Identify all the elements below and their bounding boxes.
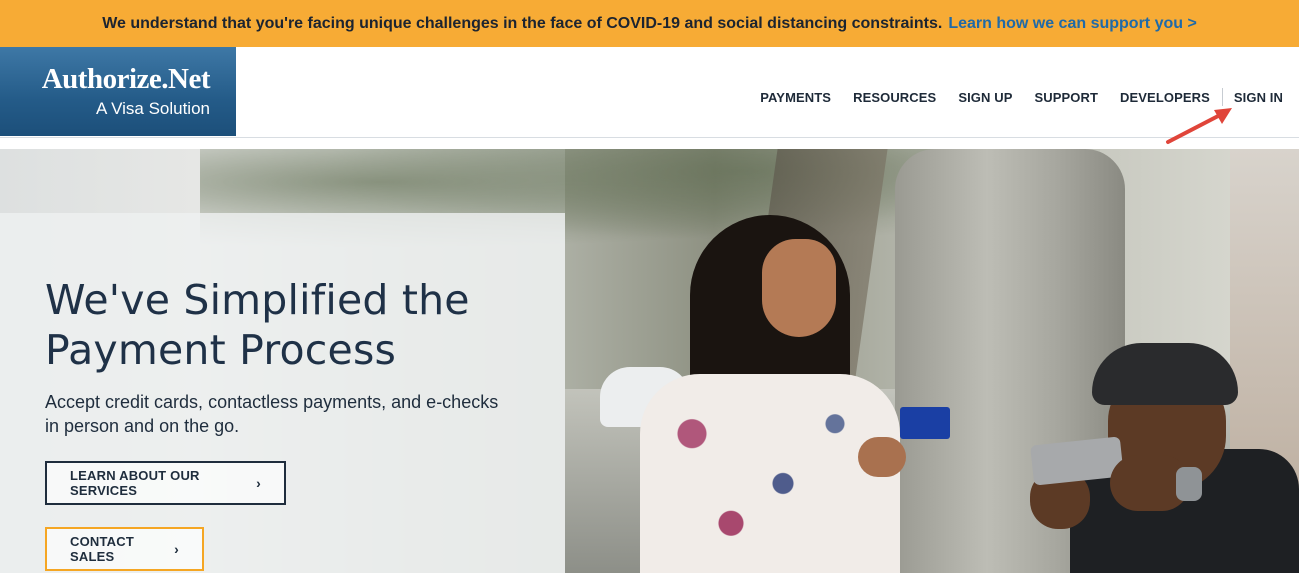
authorize-net-logo[interactable]: Authorize.Net A Visa Solution (0, 47, 236, 136)
logo-brand: Authorize.Net (41, 63, 211, 95)
credit-card (900, 407, 950, 439)
hero-subtext: Accept credit cards, contactless payment… (45, 390, 515, 438)
nav-item-resources[interactable]: RESOURCES (853, 90, 936, 105)
merchant-cap (1092, 343, 1238, 405)
nav-item-support[interactable]: SUPPORT (1034, 90, 1098, 105)
hero-headline-line2: Payment Process (45, 326, 397, 374)
nav-item-sign-in[interactable]: SIGN IN (1234, 90, 1283, 105)
contact-sales-button[interactable]: CONTACT SALES › (45, 527, 204, 571)
banner-support-link[interactable]: Learn how we can support you > (948, 15, 1196, 33)
site-header: Authorize.Net A Visa Solution PAYMENTS R… (0, 47, 1299, 138)
hero-headline: We've Simplified the Payment Process (45, 275, 545, 375)
nav-item-payments[interactable]: PAYMENTS (760, 90, 831, 105)
customer-hand (858, 437, 906, 477)
customer-face (762, 239, 836, 337)
chevron-right-icon: › (174, 541, 179, 557)
hero-subtext-line2: in person and on the go. (45, 416, 240, 436)
covid-banner: We understand that you're facing unique … (0, 0, 1299, 47)
hero-section: We've Simplified the Payment Process Acc… (0, 149, 1299, 573)
banner-message: We understand that you're facing unique … (102, 14, 943, 32)
hero-headline-line1: We've Simplified the (45, 276, 470, 324)
wristwatch (1176, 467, 1202, 501)
red-arrow-icon (1166, 108, 1232, 144)
nav-item-sign-up[interactable]: SIGN UP (958, 90, 1012, 105)
logo-tagline: A Visa Solution (95, 99, 210, 118)
contact-sales-label: CONTACT SALES (70, 534, 134, 564)
chevron-right-icon: › (256, 475, 261, 491)
customer-figure (640, 374, 900, 573)
learn-about-services-label: LEARN ABOUT OUR SERVICES (70, 468, 200, 498)
nav-item-developers[interactable]: DEVELOPERS (1120, 90, 1210, 105)
learn-about-services-button[interactable]: LEARN ABOUT OUR SERVICES › (45, 461, 286, 505)
hero-subtext-line1: Accept credit cards, contactless payment… (45, 392, 499, 412)
